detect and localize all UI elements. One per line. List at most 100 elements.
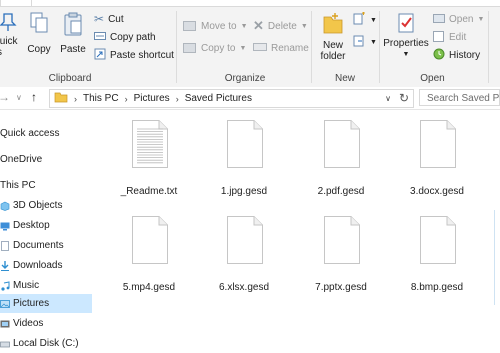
dropdown-arrow-icon: ▼ [477, 15, 485, 23]
nav-item-label: Music [13, 280, 40, 291]
breadcrumb-separator-icon: › [124, 93, 128, 104]
dropdown-arrow-icon: ▼ [370, 16, 377, 24]
file-name: 6.xlsx.gesd [218, 282, 270, 293]
nav-item-label: Pictures [13, 298, 50, 309]
file-name: _Readme.txt [120, 186, 178, 197]
file-list-area: _Readme.txt 1.jpg.gesd 2.pdf.gesd 3.docx.ge… [92, 110, 500, 350]
tab-home[interactable] [0, 0, 32, 6]
breadcrumb-separator-icon: › [74, 93, 77, 104]
breadcrumb-separator-icon: › [175, 93, 179, 104]
file-item[interactable]: 5.mp4.gesd [103, 206, 195, 302]
search-input[interactable]: Search Saved Pictures [419, 89, 500, 106]
paste-button[interactable]: Paste [58, 11, 88, 55]
move-to-button[interactable]: Move to ▼ [183, 18, 248, 34]
breadcrumb-saved-pictures[interactable]: Saved Pictures [185, 93, 252, 104]
breadcrumb-pictures[interactable]: Pictures [134, 93, 170, 104]
refresh-icon[interactable]: ↻ [399, 91, 409, 105]
nav-item-videos[interactable]: Videos [0, 314, 92, 333]
nav-item-label: 3D Objects [13, 200, 63, 211]
group-label-organize: Organize [224, 73, 266, 84]
blank-document-icon [227, 216, 263, 264]
file-name: 2.pdf.gesd [317, 186, 365, 197]
navigation-pane: Quick access OneDrive This PC 3D Objects… [0, 110, 92, 350]
file-name: 7.pptx.gesd [315, 282, 367, 293]
file-item[interactable]: 8.bmp.gesd [391, 206, 483, 302]
nav-item-onedrive[interactable]: OneDrive [0, 150, 92, 169]
new-folder-button[interactable]: New folder [316, 11, 350, 62]
nav-item-desktop[interactable]: Desktop [0, 216, 92, 235]
rename-button[interactable]: Rename [253, 40, 309, 56]
copy-icon [30, 12, 48, 33]
dropdown-arrow-icon: ▼ [240, 22, 248, 30]
dropdown-arrow-icon: ▼ [402, 51, 410, 58]
dropdown-arrow-icon: ▼ [300, 22, 308, 30]
file-name: 5.mp4.gesd [122, 282, 176, 293]
file-item[interactable]: _Readme.txt [103, 110, 195, 206]
desktop-icon [0, 221, 10, 231]
blank-document-icon [132, 216, 168, 264]
file-item[interactable]: 7.pptx.gesd [295, 206, 387, 302]
open-button[interactable]: Open ▼ [433, 11, 484, 27]
history-button[interactable]: History [433, 47, 480, 63]
group-label-open: Open [420, 73, 445, 84]
open-icon [433, 12, 445, 27]
dropdown-arrow-icon: ▼ [239, 44, 247, 52]
file-name: 8.bmp.gesd [410, 282, 464, 293]
nav-item-music[interactable]: Music [0, 276, 92, 295]
nav-item-label: Documents [13, 240, 64, 251]
copy-to-button[interactable]: Copy to ▼ [183, 40, 246, 56]
pin-quick-access-button[interactable]: Quickss [0, 11, 22, 58]
blank-document-icon [324, 120, 360, 168]
easy-access-button[interactable]: ▼ [352, 34, 377, 50]
copy-path-icon [94, 31, 106, 44]
blank-document-icon [420, 216, 456, 264]
cut-button[interactable]: ✂ Cut [94, 11, 124, 27]
file-item[interactable]: 6.xlsx.gesd [198, 206, 290, 302]
documents-icon [0, 240, 10, 251]
nav-item-documents[interactable]: Documents [0, 236, 92, 255]
back-arrow-icon[interactable]: → [0, 90, 10, 104]
address-dropdown-chevron-icon[interactable]: ∨ [385, 94, 391, 103]
ribbon-tab-strip [0, 0, 500, 7]
nav-item-downloads[interactable]: Downloads [0, 256, 92, 275]
paste-shortcut-icon [94, 48, 106, 63]
file-item[interactable]: 2.pdf.gesd [295, 110, 387, 206]
blank-document-icon [227, 120, 263, 168]
nav-item-label: Quick access [0, 128, 60, 139]
nav-item-label: Local Disk (C:) [13, 338, 79, 349]
delete-x-icon: ✕ [253, 18, 264, 33]
properties-button[interactable]: Properties ▼ [383, 11, 429, 60]
easy-access-icon [352, 34, 366, 51]
group-label-clipboard: Clipboard [48, 73, 92, 84]
up-arrow-icon[interactable]: ↑ [31, 90, 37, 104]
blank-document-icon [420, 120, 456, 168]
nav-item-quick-access[interactable]: Quick access [0, 124, 92, 143]
new-item-button[interactable]: ▼ [352, 11, 377, 28]
download-icon [0, 260, 10, 271]
ribbon: Quickss Copy Paste ✂ Cut Copy path Paste… [0, 7, 500, 88]
delete-button[interactable]: ✕ Delete ▼ [253, 18, 308, 34]
copy-to-icon [183, 41, 197, 56]
nav-item-local-disk[interactable]: Local Disk (C:) [0, 334, 92, 353]
nav-item-label: This PC [0, 180, 36, 191]
group-label-new: New [334, 73, 355, 84]
paste-shortcut-button[interactable]: Paste shortcut [94, 47, 174, 63]
file-name: 1.jpg.gesd [220, 186, 268, 197]
nav-item-label: Desktop [13, 220, 50, 231]
copy-button[interactable]: Copy [27, 11, 51, 55]
recent-locations-chevron-icon[interactable]: ∨ [16, 93, 22, 102]
address-bar-row: → ∨ ↑ › This PC › Pictures › Saved Pictu… [0, 87, 500, 110]
nav-item-label: Downloads [13, 260, 63, 271]
file-item[interactable]: 1.jpg.gesd [198, 110, 290, 206]
file-item[interactable]: 3.docx.gesd [391, 110, 483, 206]
copy-path-button[interactable]: Copy path [94, 29, 156, 45]
clipboard-paste-icon [64, 12, 82, 36]
properties-check-icon [398, 13, 414, 33]
breadcrumb-this-pc[interactable]: This PC [83, 93, 119, 104]
nav-item-3d-objects[interactable]: 3D Objects [0, 196, 92, 215]
edit-button[interactable]: Edit [433, 29, 466, 45]
address-path-box[interactable]: › This PC › Pictures › Saved Pictures ∨ … [49, 89, 414, 108]
pin-icon [0, 13, 17, 31]
nav-item-this-pc[interactable]: This PC [0, 176, 92, 195]
nav-item-pictures[interactable]: Pictures [0, 294, 92, 313]
